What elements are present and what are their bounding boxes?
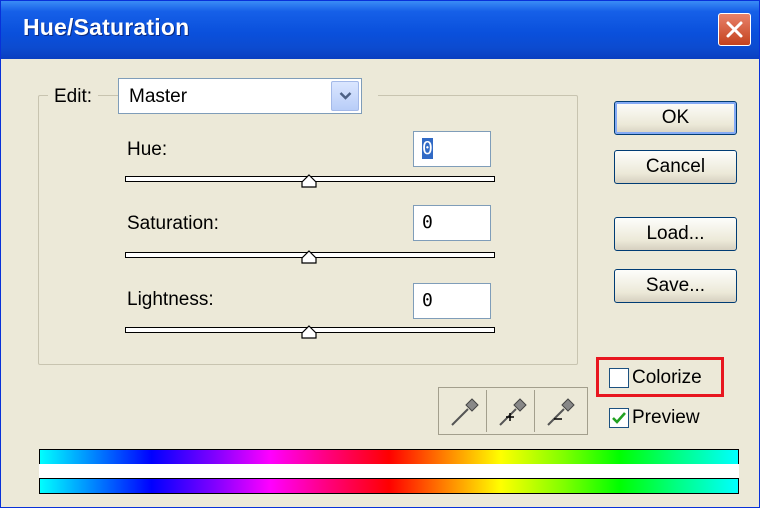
hue-value: 0 <box>422 138 433 159</box>
eyedropper-toolbar <box>438 387 588 435</box>
saturation-label: Saturation: <box>127 213 219 234</box>
saturation-value: 0 <box>422 212 433 233</box>
output-spectrum-bar <box>39 478 739 494</box>
close-button[interactable] <box>718 13 751 46</box>
dropdown-arrow[interactable] <box>331 81 359 111</box>
saturation-slider-thumb[interactable] <box>301 250 317 264</box>
close-icon <box>726 21 743 38</box>
eyedropper-icon <box>451 398 479 426</box>
lightness-slider-thumb[interactable] <box>301 325 317 339</box>
title-bar[interactable]: Hue/Saturation <box>1 1 759 59</box>
preview-label[interactable]: Preview <box>632 407 700 429</box>
edit-dropdown[interactable]: Master <box>118 78 362 114</box>
saturation-input[interactable]: 0 <box>413 205 491 241</box>
save-button[interactable]: Save... <box>614 269 737 303</box>
eyedropper-plus-icon <box>499 398 527 426</box>
colorize-label[interactable]: Colorize <box>632 367 702 389</box>
eyedropper-minus-button[interactable] <box>537 390 583 432</box>
chevron-down-icon <box>339 92 352 100</box>
check-icon <box>612 412 626 424</box>
load-button[interactable]: Load... <box>614 217 737 251</box>
hue-input[interactable]: 0 <box>413 131 491 167</box>
hue-label: Hue: <box>127 139 168 160</box>
ok-button[interactable]: OK <box>614 101 737 135</box>
lightness-label: Lightness: <box>127 289 214 310</box>
hue-slider-thumb[interactable] <box>301 174 317 188</box>
edit-label: Edit: <box>48 86 99 108</box>
lightness-input[interactable]: 0 <box>413 283 491 319</box>
lightness-value: 0 <box>422 290 433 311</box>
colorize-checkbox[interactable] <box>609 368 629 388</box>
edit-selected-value: Master <box>129 86 188 107</box>
eyedropper-button[interactable] <box>441 390 487 432</box>
preview-checkbox[interactable] <box>609 408 629 428</box>
eyedropper-plus-button[interactable] <box>489 390 535 432</box>
cancel-button[interactable]: Cancel <box>614 150 737 184</box>
input-spectrum-bar <box>39 449 739 465</box>
eyedropper-minus-icon <box>547 398 575 426</box>
hue-saturation-dialog: Hue/Saturation Edit: Master Hue: 0 Satur… <box>0 0 760 508</box>
dialog-body: Edit: Master Hue: 0 Saturation: 0 Lightn… <box>1 59 759 507</box>
window-title: Hue/Saturation <box>23 14 190 40</box>
